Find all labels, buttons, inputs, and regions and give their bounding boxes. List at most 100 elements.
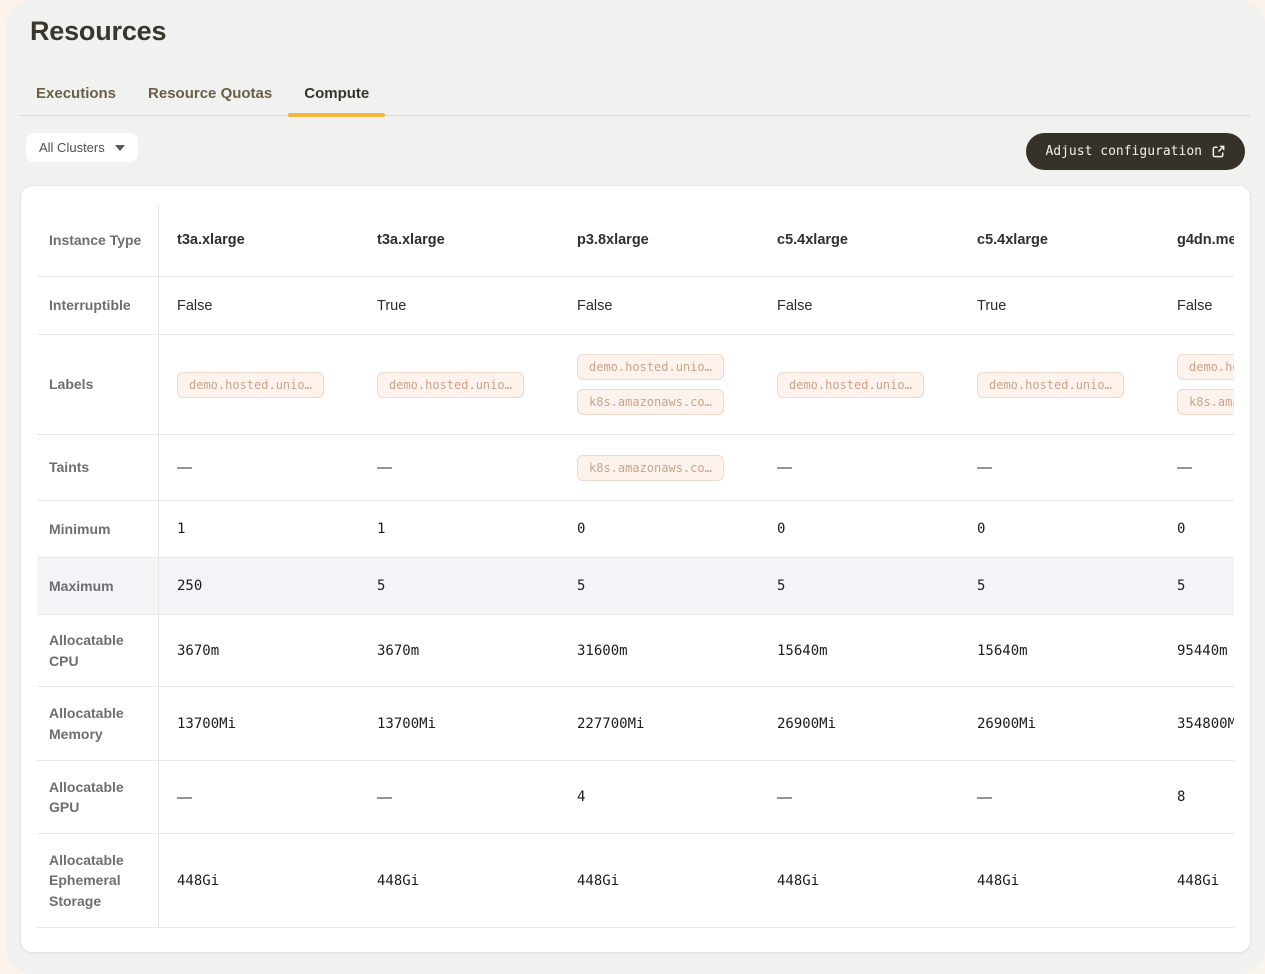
table-row-labels: Labels demo.hosted.unio… demo.hosted.uni… — [37, 335, 1234, 435]
table-row-allocatable-ephemeral-storage: Allocatable Ephemeral Storage 448Gi 448G… — [37, 834, 1234, 928]
cell-cpu: 3670m — [358, 635, 558, 667]
table-row-allocatable-gpu: Allocatable GPU — — 4 — — 8 — [37, 761, 1234, 834]
adjust-configuration-label: Adjust configuration — [1045, 144, 1202, 159]
label-chip: k8s.amazonaws.co… — [577, 389, 724, 415]
row-label: Allocatable Memory — [37, 695, 158, 752]
cell-memory: 26900Mi — [958, 708, 1158, 740]
page-title: Resources — [30, 16, 1251, 47]
label-chip: demo.hosted.unio… — [977, 372, 1124, 398]
row-label: Instance Type — [37, 222, 158, 258]
label-chip: demo.hosted.unio… — [377, 372, 524, 398]
cell-interruptible: False — [158, 290, 358, 322]
row-label: Allocatable CPU — [37, 622, 158, 679]
cell-cpu: 15640m — [758, 635, 958, 667]
cell-taints: — — [1158, 451, 1234, 484]
cell-instance-type: c5.4xlarge — [758, 224, 958, 256]
row-label: Allocatable GPU — [37, 769, 158, 826]
cell-ephemeral: 448Gi — [758, 865, 958, 897]
cell-gpu: — — [958, 781, 1158, 814]
cell-gpu: — — [758, 781, 958, 814]
table-row-instance-type: Instance Type t3a.xlarge t3a.xlarge p3.8… — [37, 204, 1234, 277]
cell-labels: demo.hosted.unio… k8s.amazonaws.co… — [1158, 346, 1234, 423]
cell-ephemeral: 448Gi — [1158, 865, 1234, 897]
tab-resource-quotas[interactable]: Resource Quotas — [132, 85, 288, 115]
toolbar: All Clusters Adjust configuration — [20, 133, 1251, 170]
cell-instance-type: c5.4xlarge — [958, 224, 1158, 256]
row-label: Taints — [37, 449, 158, 485]
cell-cpu: 31600m — [558, 635, 758, 667]
cell-memory: 26900Mi — [758, 708, 958, 740]
label-chip: demo.hosted.unio… — [177, 372, 324, 398]
cell-minimum: 0 — [758, 513, 958, 545]
label-chip: demo.hosted.unio… — [777, 372, 924, 398]
cell-taints: — — [958, 451, 1158, 484]
table-row-allocatable-memory: Allocatable Memory 13700Mi 13700Mi 22770… — [37, 687, 1234, 761]
chevron-down-icon — [115, 145, 125, 151]
cell-maximum: 5 — [558, 570, 758, 602]
main-panel: Resources Executions Resource Quotas Com… — [6, 0, 1265, 974]
cell-minimum: 0 — [1158, 513, 1234, 545]
cell-ephemeral: 448Gi — [558, 865, 758, 897]
table-row-maximum: Maximum 250 5 5 5 5 5 — [37, 558, 1234, 615]
cell-gpu: 8 — [1158, 781, 1234, 813]
cell-minimum: 1 — [358, 513, 558, 545]
cell-cpu: 3670m — [158, 635, 358, 667]
external-link-icon — [1211, 144, 1226, 159]
cell-labels: demo.hosted.unio… — [758, 364, 958, 406]
table-row-minimum: Minimum 1 1 0 0 0 0 — [37, 501, 1234, 558]
label-chip: k8s.amazonaws.co… — [1177, 389, 1234, 415]
cell-instance-type: t3a.xlarge — [358, 224, 558, 256]
cell-minimum: 0 — [958, 513, 1158, 545]
taint-chip: k8s.amazonaws.co… — [577, 455, 724, 481]
cell-gpu: — — [358, 781, 558, 814]
row-label: Interruptible — [37, 287, 158, 323]
adjust-configuration-button[interactable]: Adjust configuration — [1026, 133, 1245, 170]
cell-instance-type: g4dn.metal — [1158, 224, 1234, 256]
tab-compute[interactable]: Compute — [288, 85, 385, 115]
row-label: Labels — [37, 366, 158, 402]
cell-taints: — — [758, 451, 958, 484]
cell-gpu: 4 — [558, 781, 758, 813]
label-chip: demo.hosted.unio… — [1177, 354, 1234, 380]
cell-ephemeral: 448Gi — [958, 865, 1158, 897]
cell-minimum: 1 — [158, 513, 358, 545]
cell-taints: — — [358, 451, 558, 484]
table-row-interruptible: Interruptible False True False False Tru… — [37, 277, 1234, 335]
cell-memory: 354800Mi — [1158, 708, 1234, 740]
cell-interruptible: False — [558, 290, 758, 322]
cell-memory: 13700Mi — [158, 708, 358, 740]
cell-minimum: 0 — [558, 513, 758, 545]
cell-instance-type: t3a.xlarge — [158, 224, 358, 256]
cell-interruptible: False — [758, 290, 958, 322]
cell-memory: 13700Mi — [358, 708, 558, 740]
cell-maximum: 5 — [958, 570, 1158, 602]
cell-labels: demo.hosted.unio… — [958, 364, 1158, 406]
cell-maximum: 250 — [158, 570, 358, 602]
cell-interruptible: False — [1158, 290, 1234, 322]
cluster-filter-dropdown[interactable]: All Clusters — [26, 133, 138, 162]
compute-table-card: Instance Type t3a.xlarge t3a.xlarge p3.8… — [20, 185, 1251, 953]
tab-executions[interactable]: Executions — [20, 85, 132, 115]
row-label: Minimum — [37, 511, 158, 547]
cell-taints: k8s.amazonaws.co… — [558, 447, 758, 489]
tab-bar: Executions Resource Quotas Compute — [20, 82, 1251, 116]
cell-memory: 227700Mi — [558, 708, 758, 740]
compute-table: Instance Type t3a.xlarge t3a.xlarge p3.8… — [37, 204, 1234, 928]
row-label: Maximum — [37, 568, 158, 604]
cell-labels: demo.hosted.unio… k8s.amazonaws.co… — [558, 346, 758, 423]
cluster-filter-label: All Clusters — [39, 140, 105, 155]
cell-gpu: — — [158, 781, 358, 814]
cell-taints: — — [158, 451, 358, 484]
cell-labels: demo.hosted.unio… — [358, 364, 558, 406]
label-chip: demo.hosted.unio… — [577, 354, 724, 380]
cell-instance-type: p3.8xlarge — [558, 224, 758, 256]
row-label: Allocatable Ephemeral Storage — [37, 842, 158, 919]
column-divider — [158, 204, 159, 928]
table-row-taints: Taints — — k8s.amazonaws.co… — — — — [37, 435, 1234, 501]
table-row-allocatable-cpu: Allocatable CPU 3670m 3670m 31600m 15640… — [37, 615, 1234, 687]
cell-labels: demo.hosted.unio… — [158, 364, 358, 406]
cell-interruptible: True — [958, 290, 1158, 322]
cell-maximum: 5 — [358, 570, 558, 602]
cell-maximum: 5 — [1158, 570, 1234, 602]
cell-interruptible: True — [358, 290, 558, 322]
